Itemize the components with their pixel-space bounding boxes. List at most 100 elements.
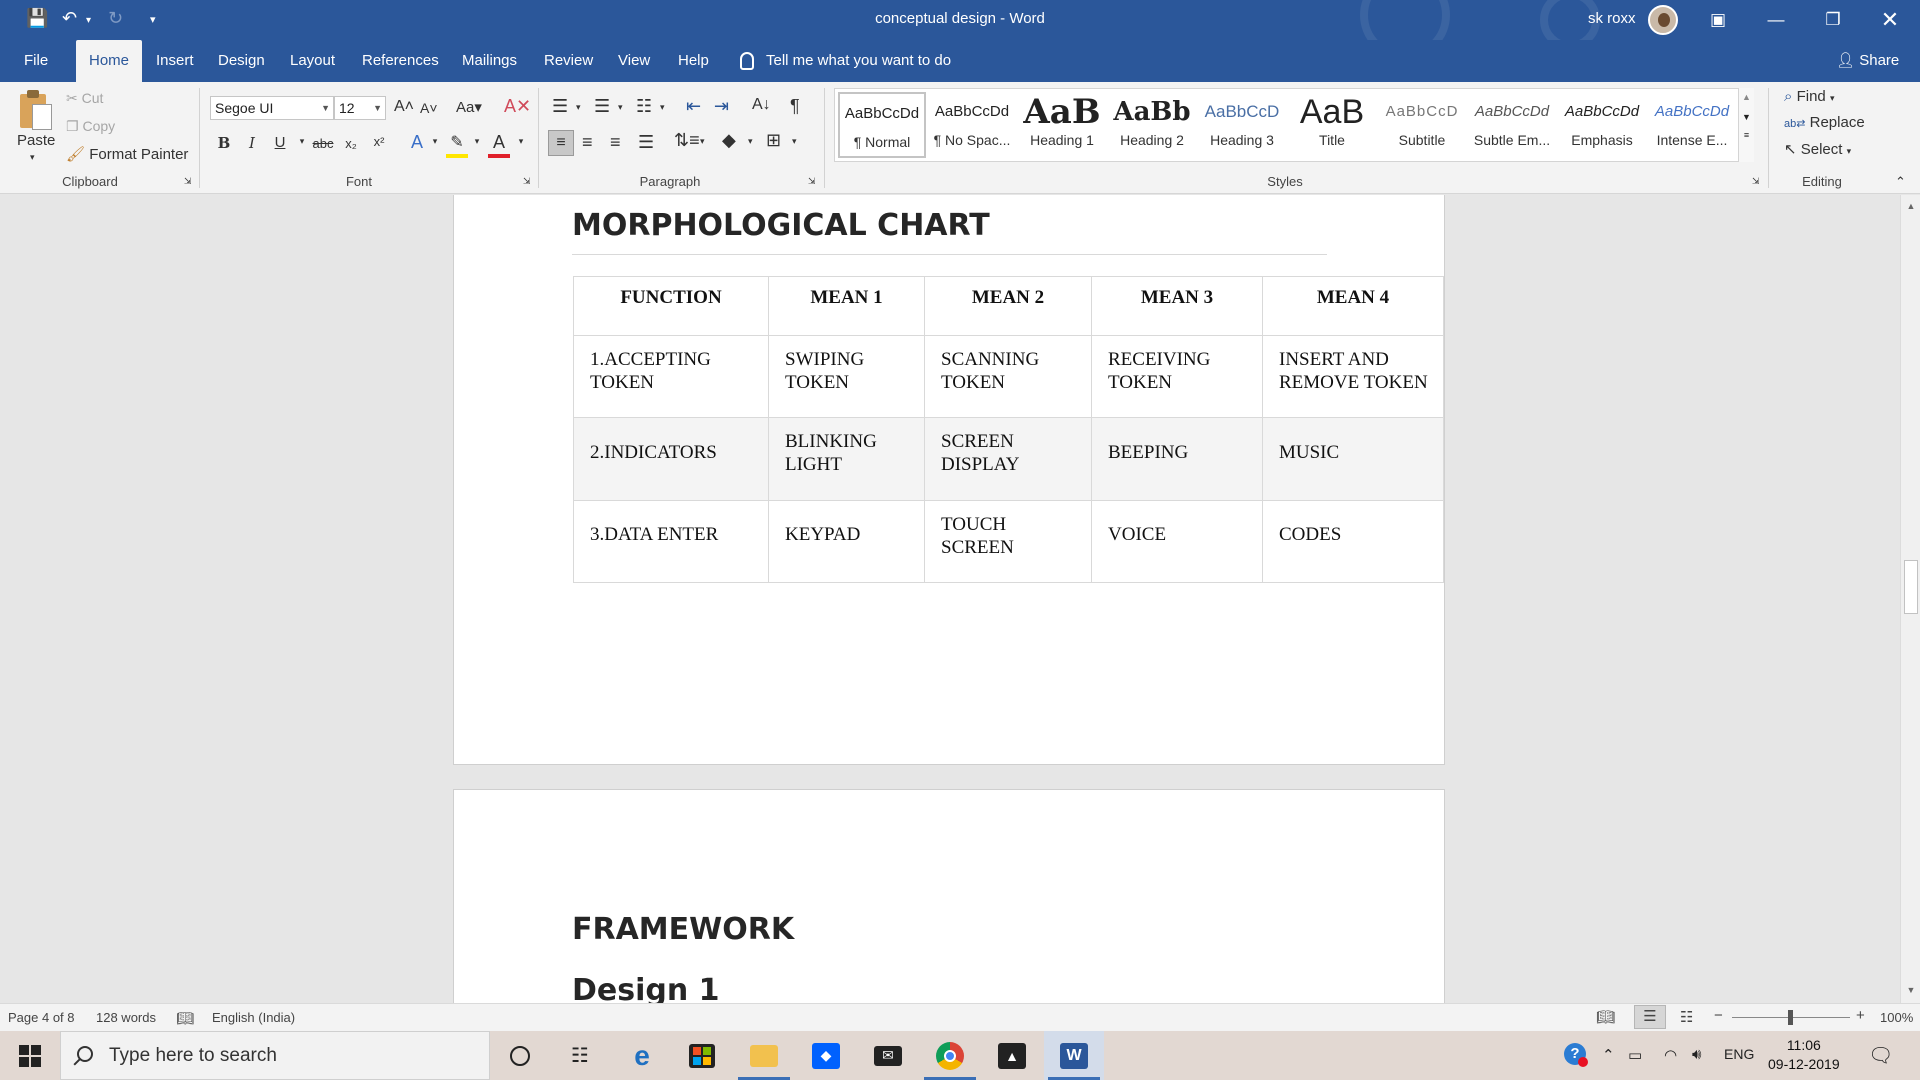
heading-framework[interactable]: FRAMEWORK — [572, 912, 794, 947]
style-subtle-emphasis[interactable]: AaBbCcDd Subtle Em... — [1468, 92, 1556, 158]
font-name-combo[interactable]: Segoe UI ▼ — [210, 96, 334, 120]
highlight-icon[interactable]: ✎ — [446, 132, 468, 158]
change-case-icon[interactable]: Aa▾ — [456, 98, 482, 116]
edge-icon[interactable]: e — [612, 1031, 672, 1080]
taskbar-search-box[interactable]: Type here to search — [60, 1031, 490, 1080]
tab-references[interactable]: References — [352, 40, 449, 82]
italic-icon[interactable]: I — [241, 134, 263, 152]
table-cell[interactable]: CODES — [1262, 500, 1444, 583]
zoom-in-icon[interactable]: + — [1856, 1007, 1865, 1024]
table-cell[interactable]: SWIPING TOKEN — [768, 335, 925, 418]
table-cell[interactable]: BEEPING — [1091, 417, 1263, 501]
font-color-dropdown-icon[interactable]: ▾ — [510, 136, 532, 147]
style-intense-emphasis[interactable]: AaBbCcDd Intense E... — [1648, 92, 1736, 158]
font-launcher-icon[interactable]: ⇲ — [523, 176, 531, 187]
numbering-dropdown-icon[interactable]: ▾ — [618, 102, 623, 113]
subscript-icon[interactable]: x₂ — [340, 136, 362, 151]
table-cell[interactable]: 1.ACCEPTING TOKEN — [573, 335, 769, 418]
align-center-icon[interactable]: ≡ — [582, 132, 593, 153]
table-cell[interactable]: MUSIC — [1262, 417, 1444, 501]
paste-icon[interactable] — [18, 90, 54, 134]
system-clock[interactable]: 11:06 09-12-2019 — [1768, 1036, 1840, 1074]
clear-formatting-icon[interactable]: A✕ — [504, 96, 531, 117]
style-heading-1[interactable]: AaB Heading 1 — [1018, 92, 1106, 158]
style-heading-2[interactable]: AaBb Heading 2 — [1108, 92, 1196, 158]
style-no-spacing[interactable]: AaBbCcDd ¶ No Spac... — [928, 92, 1016, 158]
table-cell[interactable]: BLINKING LIGHT — [768, 417, 925, 501]
styles-scroll[interactable]: ▲ ▼ ≡ — [1738, 88, 1754, 162]
bullets-icon[interactable]: ☰ — [552, 96, 568, 117]
format-painter-button[interactable]: 🖌︎ Format Painter — [66, 145, 188, 163]
shading-icon[interactable]: ◆ — [722, 130, 736, 151]
page-indicator[interactable]: Page 4 of 8 — [8, 1010, 75, 1025]
tab-layout[interactable]: Layout — [280, 40, 345, 82]
line-spacing-icon[interactable]: ⇅≡ — [674, 130, 700, 151]
clipboard-launcher-icon[interactable]: ⇲ — [184, 176, 192, 187]
style-title[interactable]: AaB Title — [1288, 92, 1376, 158]
styles-scroll-up-icon[interactable]: ▲ — [1739, 92, 1754, 102]
copy-button[interactable]: ❐ Copy — [66, 118, 115, 135]
multilevel-list-icon[interactable]: ☷ — [636, 96, 652, 117]
cortana-icon[interactable] — [490, 1031, 550, 1080]
document-page[interactable]: MORPHOLOGICAL CHART FUNCTION MEAN 1 MEAN… — [453, 195, 1445, 765]
web-layout-icon[interactable]: ☷ — [1680, 1008, 1693, 1026]
increase-indent-icon[interactable]: ⇥ — [714, 96, 729, 117]
tab-review[interactable]: Review — [534, 40, 603, 82]
styles-more-icon[interactable]: ≡ — [1739, 130, 1754, 140]
table-header-cell[interactable]: MEAN 4 — [1262, 276, 1444, 336]
minimize-icon[interactable]: — — [1753, 0, 1799, 40]
task-view-icon[interactable]: ☷ — [550, 1031, 610, 1080]
align-left-icon[interactable]: ≡ — [548, 130, 574, 156]
tab-file[interactable]: File — [14, 40, 58, 82]
user-name[interactable]: sk roxx — [1588, 10, 1636, 27]
table-cell[interactable]: INSERT AND REMOVE TOKEN — [1262, 335, 1444, 418]
volume-icon[interactable]: 🔊︎ — [1692, 1046, 1701, 1063]
table-header-cell[interactable]: MEAN 3 — [1091, 276, 1263, 336]
style-emphasis[interactable]: AaBbCcDd Emphasis — [1558, 92, 1646, 158]
style-normal[interactable]: AaBbCcDd ¶ Normal — [838, 92, 926, 158]
proofing-icon[interactable]: 📖︎ — [176, 1010, 194, 1027]
cut-button[interactable]: ✂ Cut — [66, 90, 103, 107]
style-subtitle[interactable]: AaBbCcD Subtitle — [1378, 92, 1466, 158]
share-button[interactable]: 👤︎ Share — [1836, 40, 1899, 82]
show-formatting-marks-icon[interactable]: ¶ — [790, 96, 800, 117]
restore-icon[interactable]: ❐ — [1810, 0, 1856, 40]
underline-dropdown-icon[interactable]: ▾ — [291, 136, 313, 147]
font-size-combo[interactable]: 12 ▼ — [334, 96, 386, 120]
line-spacing-dropdown-icon[interactable]: ▾ — [700, 136, 705, 147]
tab-mailings[interactable]: Mailings — [452, 40, 527, 82]
table-cell[interactable]: RECEIVING TOKEN — [1091, 335, 1263, 418]
table-cell[interactable]: 3.DATA ENTER — [573, 500, 769, 583]
tab-insert[interactable]: Insert — [146, 40, 204, 82]
bullets-dropdown-icon[interactable]: ▾ — [576, 102, 581, 113]
tab-help[interactable]: Help — [668, 40, 719, 82]
tab-design[interactable]: Design — [208, 40, 275, 82]
bold-icon[interactable]: B — [213, 134, 235, 152]
heading-design-1[interactable]: Design 1 — [572, 973, 720, 1003]
print-layout-icon[interactable]: ☰ — [1634, 1005, 1666, 1029]
word-count[interactable]: 128 words — [96, 1010, 156, 1025]
table-header-cell[interactable]: MEAN 2 — [924, 276, 1092, 336]
paste-dropdown-icon[interactable]: ▾ — [30, 152, 35, 163]
borders-icon[interactable]: ⊞ — [766, 130, 781, 151]
shading-dropdown-icon[interactable]: ▾ — [748, 136, 753, 147]
photos-icon[interactable]: ▲ — [982, 1031, 1042, 1080]
table-cell[interactable]: KEYPAD — [768, 500, 925, 583]
avatar[interactable] — [1648, 5, 1678, 35]
tab-home[interactable]: Home — [76, 40, 142, 82]
heading-morphological-chart[interactable]: MORPHOLOGICAL CHART — [572, 208, 990, 243]
grow-font-icon[interactable]: A˄ — [394, 98, 414, 116]
zoom-out-icon[interactable]: − — [1714, 1007, 1723, 1024]
justify-icon[interactable]: ☰ — [638, 132, 654, 153]
chrome-icon[interactable] — [920, 1031, 980, 1080]
read-mode-icon[interactable]: 📖︎ — [1596, 1008, 1615, 1026]
align-right-icon[interactable]: ≡ — [610, 132, 621, 153]
table-cell[interactable]: SCANNING TOKEN — [924, 335, 1092, 418]
close-icon[interactable]: ✕ — [1867, 0, 1913, 40]
decrease-indent-icon[interactable]: ⇤ — [686, 96, 701, 117]
find-button[interactable]: ⌕ Find ▾ — [1784, 88, 1834, 105]
text-effects-dropdown-icon[interactable]: ▾ — [424, 136, 446, 147]
tab-view[interactable]: View — [608, 40, 660, 82]
morphological-table[interactable]: FUNCTION MEAN 1 MEAN 2 MEAN 3 MEAN 4 1.A… — [573, 276, 1444, 583]
table-cell[interactable]: TOUCH SCREEN — [924, 500, 1092, 583]
